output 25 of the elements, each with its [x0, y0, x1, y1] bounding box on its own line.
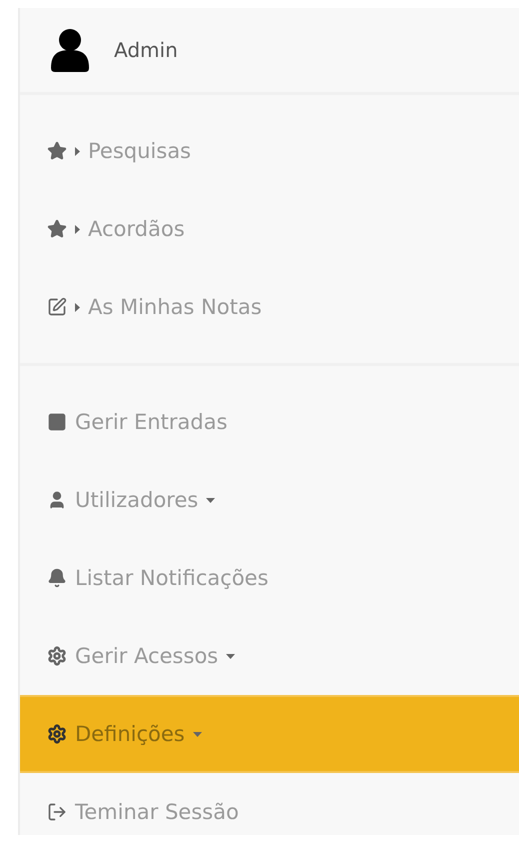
settings-icon	[47, 724, 67, 744]
caret-right-icon	[75, 224, 80, 234]
menu-item[interactable]: Pesquisas	[20, 112, 519, 190]
user-name: Admin	[114, 38, 178, 62]
caret-down-icon	[206, 498, 216, 502]
menu-item[interactable]: Teminar Sessão	[20, 773, 519, 835]
caret-down-icon	[192, 732, 202, 736]
user-avatar-icon	[48, 28, 92, 72]
menu-item[interactable]: Definições	[20, 695, 519, 773]
caret-right-icon	[75, 146, 80, 156]
menu-item[interactable]: Listar Notificações	[20, 539, 519, 617]
star-icon	[47, 219, 67, 239]
square-icon	[47, 412, 67, 432]
bell-icon	[47, 568, 67, 588]
star-icon	[47, 141, 67, 161]
menu-item[interactable]: Acordãos	[20, 190, 519, 268]
menu-item[interactable]: Gerir Entradas	[20, 383, 519, 461]
menu-item[interactable]: Gerir Acessos	[20, 617, 519, 695]
logout-icon	[47, 802, 67, 822]
menu-item[interactable]: Utilizadores	[20, 461, 519, 539]
caret-right-icon	[75, 302, 80, 312]
edit-icon	[47, 297, 67, 317]
caret-down-icon	[226, 654, 236, 658]
menu-item[interactable]: As Minhas Notas	[20, 268, 519, 346]
settings-icon	[47, 646, 67, 666]
